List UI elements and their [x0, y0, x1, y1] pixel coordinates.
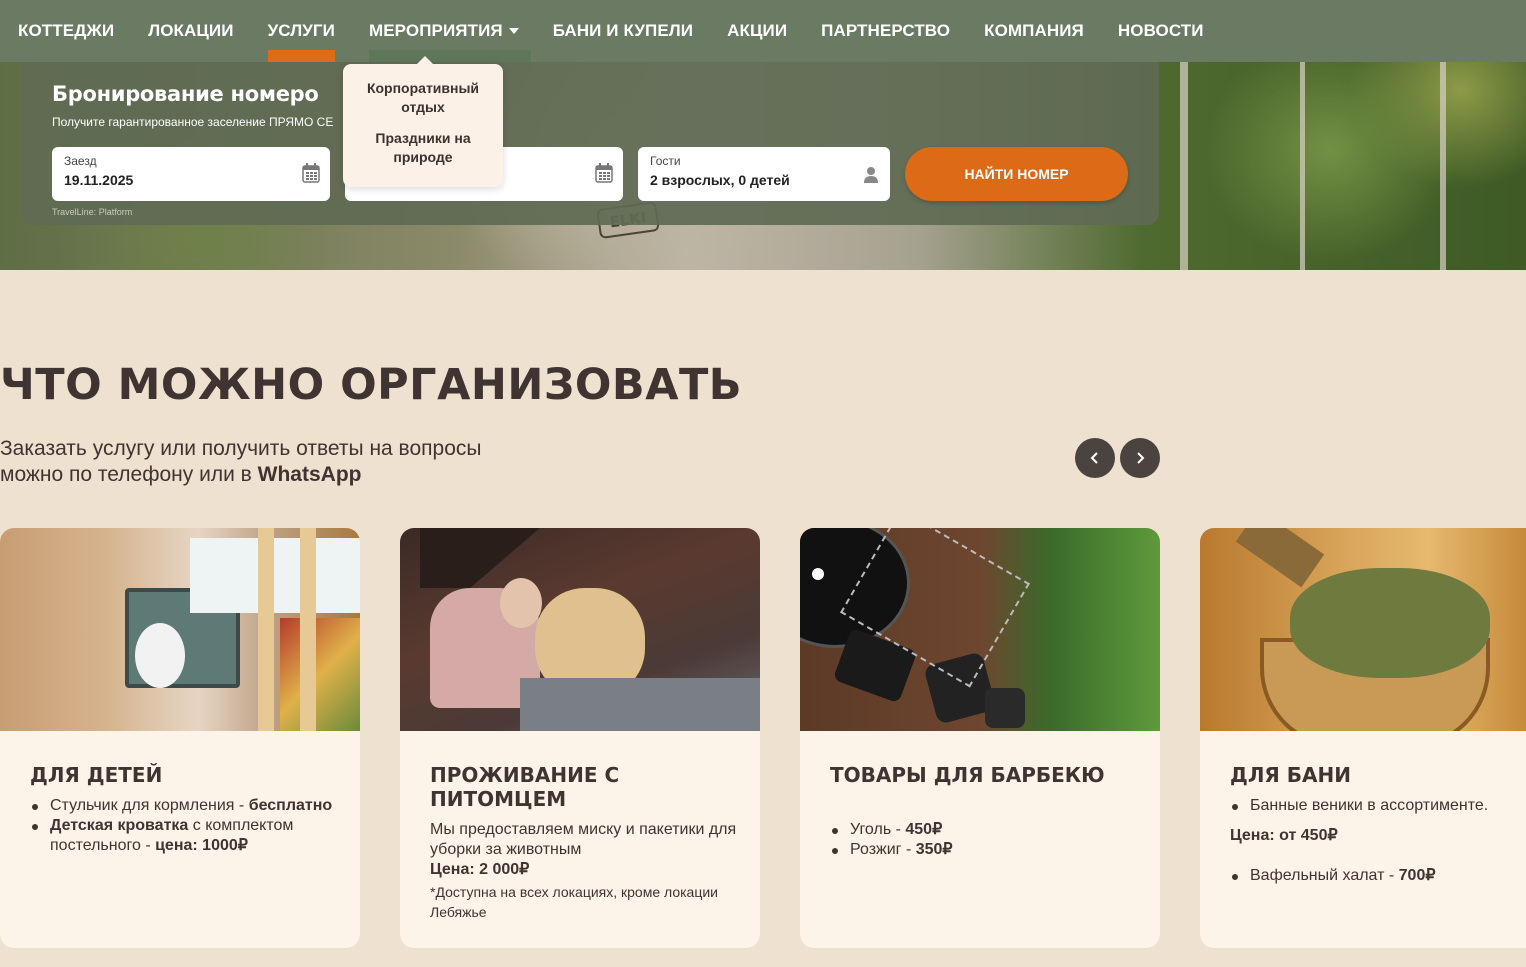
item-name: Детская кроватка	[50, 817, 189, 834]
item-price: 700₽	[1398, 867, 1436, 884]
chevron-right-icon	[1137, 452, 1145, 464]
sauna-bucket-photo	[1200, 528, 1526, 731]
card-title: ПРОЖИВАНИЕ С ПИТОМЦЕМ	[430, 763, 620, 811]
card-body: Банные веники в ассортименте. Цена: от 4…	[1230, 796, 1520, 886]
list-item: Детская кроватка с комплектом постельног…	[30, 816, 340, 856]
card-body: Мы предоставляем миску и пакетики для уб…	[430, 820, 740, 922]
service-card-bbq[interactable]: ТОВАРЫ ДЛЯ БАРБЕКЮ Уголь - 450₽ Розжиг -…	[800, 528, 1160, 948]
service-card-banya[interactable]: ДЛЯ БАНИ Банные веники в ассортименте. Ц…	[1200, 528, 1526, 948]
woman-with-dog-photo	[400, 528, 760, 731]
carousel-next-button[interactable]	[1120, 438, 1160, 478]
card-text: Мы предоставляем миску и пакетики для уб…	[430, 821, 737, 858]
item-text: Розжиг -	[850, 841, 916, 858]
nav-item-cottages[interactable]: КОТТЕДЖИ	[18, 0, 114, 62]
card-title: ДЛЯ ДЕТЕЙ	[30, 763, 163, 787]
card-list: Вафельный халат - 700₽	[1230, 866, 1520, 886]
nav-item-saunas[interactable]: БАНИ И КУПЕЛИ	[553, 0, 693, 62]
checkin-date-field[interactable]: Заезд 19.11.2025	[52, 147, 330, 201]
carousel-prev-button[interactable]	[1075, 438, 1115, 478]
whatsapp-link[interactable]: WhatsApp	[258, 463, 362, 486]
item-price: 450₽	[905, 821, 943, 838]
service-card-kids[interactable]: ДЛЯ ДЕТЕЙ Стульчик для кормления - беспл…	[0, 528, 360, 948]
item-text: Уголь -	[850, 821, 906, 838]
subtitle-line2: можно по телефону или в	[0, 463, 258, 486]
nav-item-promotions[interactable]: АКЦИИ	[727, 0, 787, 62]
card-list: Банные веники в ассортименте.	[1230, 796, 1520, 816]
calendar-icon	[595, 163, 613, 183]
item-price: цена: 1000₽	[155, 837, 248, 854]
item-text: Вафельный халат -	[1250, 867, 1399, 884]
item-price: бесплатно	[248, 797, 333, 814]
card-note: *Доступна на всех локациях, кроме локаци…	[430, 884, 719, 920]
item-text: Банные веники в ассортименте.	[1250, 797, 1489, 814]
kids-crib-photo	[0, 528, 360, 731]
list-item: Розжиг - 350₽	[830, 840, 1140, 860]
guests-label: Гости	[650, 154, 681, 168]
card-title: ДЛЯ БАНИ	[1230, 763, 1351, 787]
item-text: Стульчик для кормления -	[50, 797, 249, 814]
booking-subtitle: Получите гарантированное заселение ПРЯМО…	[52, 115, 334, 129]
nav-item-events-label: МЕРОПРИЯТИЯ	[368, 21, 503, 40]
dropdown-item-corporate[interactable]: Корпоративный отдых	[343, 79, 503, 117]
nav-item-company[interactable]: КОМПАНИЯ	[984, 0, 1084, 62]
list-item: Стульчик для кормления - бесплатно	[30, 796, 340, 816]
checkin-label: Заезд	[64, 154, 97, 168]
nav-item-partnership[interactable]: ПАРТНЕРСТВО	[821, 0, 950, 62]
nav-item-locations[interactable]: ЛОКАЦИИ	[148, 0, 233, 62]
guests-field[interactable]: Гости 2 взрослых, 0 детей	[638, 147, 890, 201]
calendar-icon	[302, 163, 320, 183]
card-list: Стульчик для кормления - бесплатно Детск…	[30, 796, 340, 856]
card-price: Цена: 2 000₽	[430, 861, 530, 878]
section-title: ЧТО МОЖНО ОРГАНИЗОВАТЬ	[0, 360, 743, 410]
item-price: 350₽	[915, 841, 953, 858]
list-item: Уголь - 450₽	[830, 820, 1140, 840]
booking-widget: Бронирование номеро Получите гарантирова…	[21, 62, 1159, 225]
user-icon	[864, 167, 878, 183]
guests-value: 2 взрослых, 0 детей	[650, 172, 790, 188]
card-list: Уголь - 450₽ Розжиг - 350₽	[830, 820, 1140, 860]
chevron-left-icon	[1090, 452, 1098, 464]
checkin-value: 19.11.2025	[64, 172, 134, 188]
subtitle-line1: Заказать услугу или получить ответы на в…	[0, 437, 482, 460]
nav-item-services[interactable]: УСЛУГИ	[267, 0, 336, 62]
dropdown-item-nature-holidays[interactable]: Праздники на природе	[343, 129, 503, 167]
card-title: ТОВАРЫ ДЛЯ БАРБЕКЮ	[830, 763, 1105, 787]
nav-item-news[interactable]: НОВОСТИ	[1118, 0, 1204, 62]
top-navigation: КОТТЕДЖИ ЛОКАЦИИ УСЛУГИ МЕРОПРИЯТИЯ БАНИ…	[0, 0, 1526, 62]
find-room-button[interactable]: НАЙТИ НОМЕР	[905, 147, 1128, 201]
service-card-pets[interactable]: ПРОЖИВАНИЕ С ПИТОМЦЕМ Мы предоставляем м…	[400, 528, 760, 948]
events-dropdown-menu: Корпоративный отдых Праздники на природе	[343, 56, 503, 187]
bbq-grill-photo	[800, 528, 1160, 731]
nav-item-events[interactable]: МЕРОПРИЯТИЯ	[368, 0, 531, 62]
section-subtitle: Заказать услугу или получить ответы на в…	[0, 436, 540, 488]
list-item: Вафельный халат - 700₽	[1230, 866, 1520, 886]
chevron-down-icon	[508, 28, 519, 34]
booking-title: Бронирование номеро	[52, 82, 319, 106]
travelline-platform-label: TravelLine: Platform	[52, 207, 133, 217]
list-item: Банные веники в ассортименте.	[1230, 796, 1520, 816]
card-price: Цена: от 450₽	[1230, 827, 1338, 844]
